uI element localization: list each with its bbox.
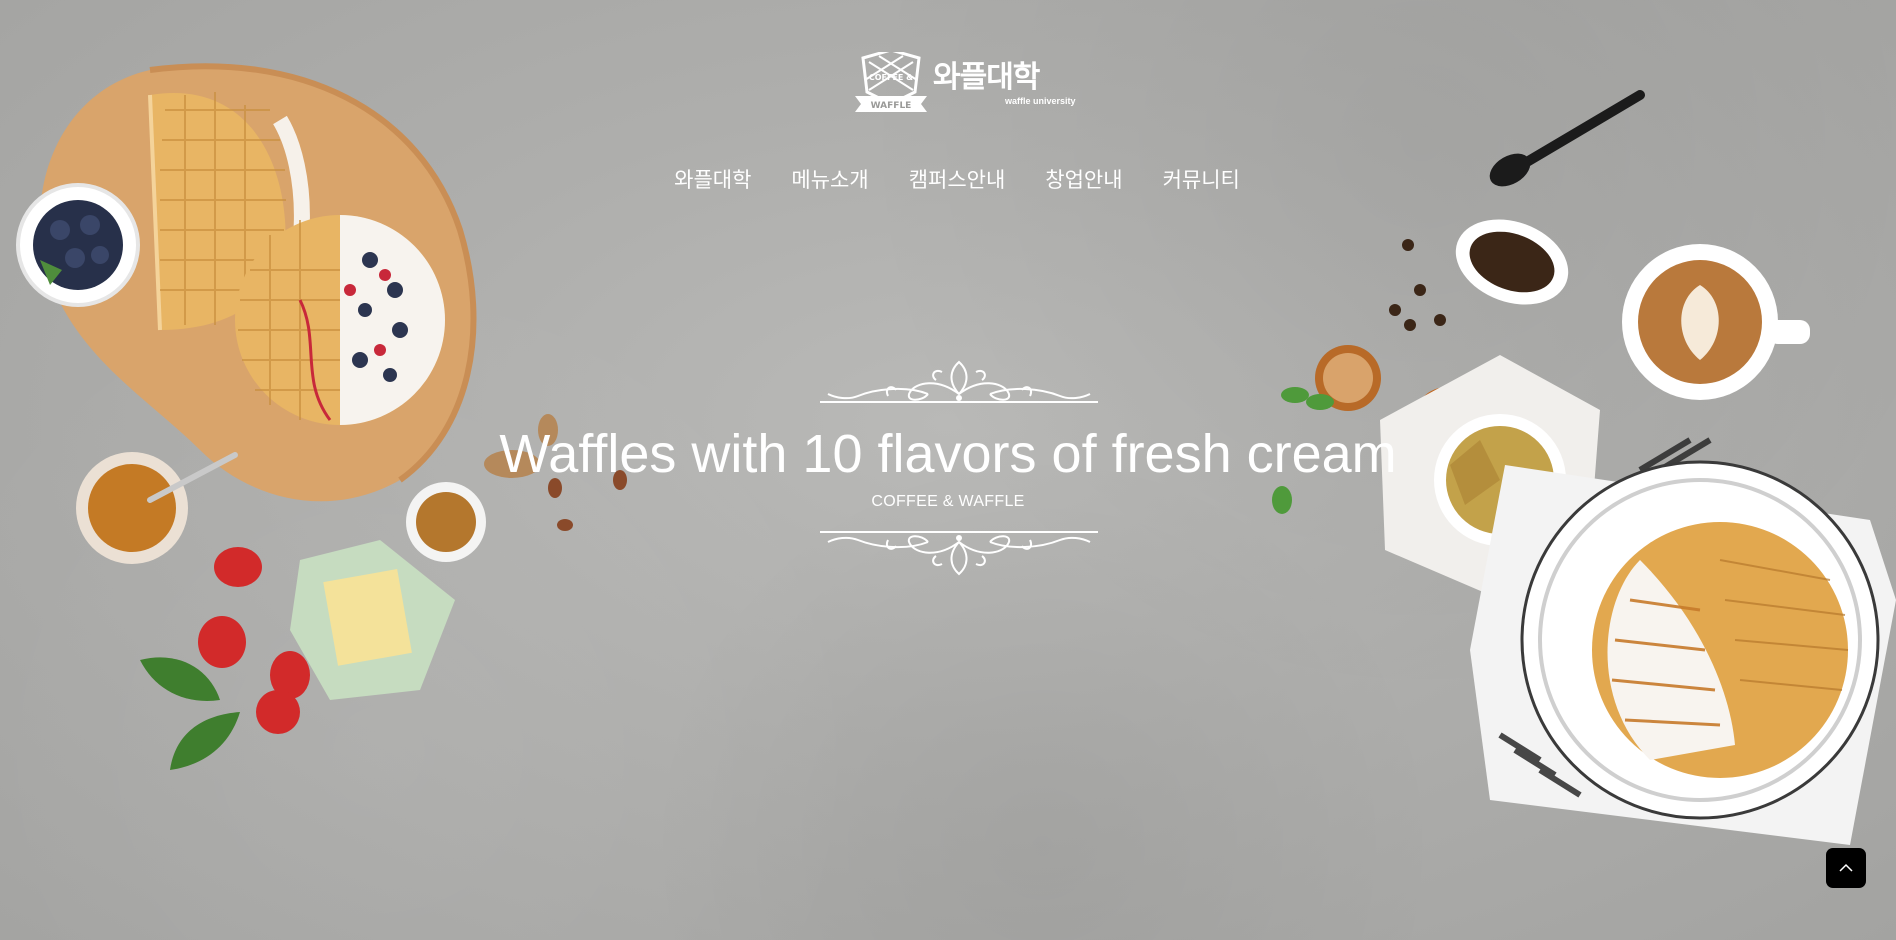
main-navigation: 와플대학 메뉴소개 캠퍼스안내 창업안내 커뮤니티 xyxy=(0,164,1896,196)
nav-item-waffle-university[interactable]: 와플대학 xyxy=(654,164,771,196)
nav-item-campus[interactable]: 캠퍼스안내 xyxy=(889,164,1026,196)
scroll-to-top-button[interactable] xyxy=(1826,848,1866,888)
logo-korean-wordmark: 와플대학 xyxy=(933,60,1040,95)
chevron-up-icon xyxy=(1839,863,1853,872)
nav-item-franchise[interactable]: 창업안내 xyxy=(1025,164,1142,196)
site-logo[interactable]: COFFEE & WAFFLE 와플대학 waffle university xyxy=(855,52,1076,116)
logo-badge-line2: WAFFLE xyxy=(871,101,912,111)
nav-item-community[interactable]: 커뮤니티 xyxy=(1143,164,1260,196)
logo-english-wordmark: waffle university xyxy=(1005,96,1076,106)
flourish-ornament-icon xyxy=(820,360,1098,403)
hero-headline: Waffles with 10 flavors of fresh cream xyxy=(499,424,1397,484)
nav-item-menu[interactable]: 메뉴소개 xyxy=(771,164,888,196)
hero-section: COFFEE & WAFFLE 와플대학 waffle university 와… xyxy=(0,0,1896,940)
logo-badge-line1: COFFEE & xyxy=(869,73,913,82)
flourish-ornament-bottom-icon xyxy=(820,531,1098,576)
nav-menu: 와플대학 메뉴소개 캠퍼스안내 창업안내 커뮤니티 xyxy=(654,164,1260,196)
waffle-badge-icon: COFFEE & WAFFLE xyxy=(855,52,927,112)
hero-subline: COFFEE & WAFFLE xyxy=(871,493,1025,510)
